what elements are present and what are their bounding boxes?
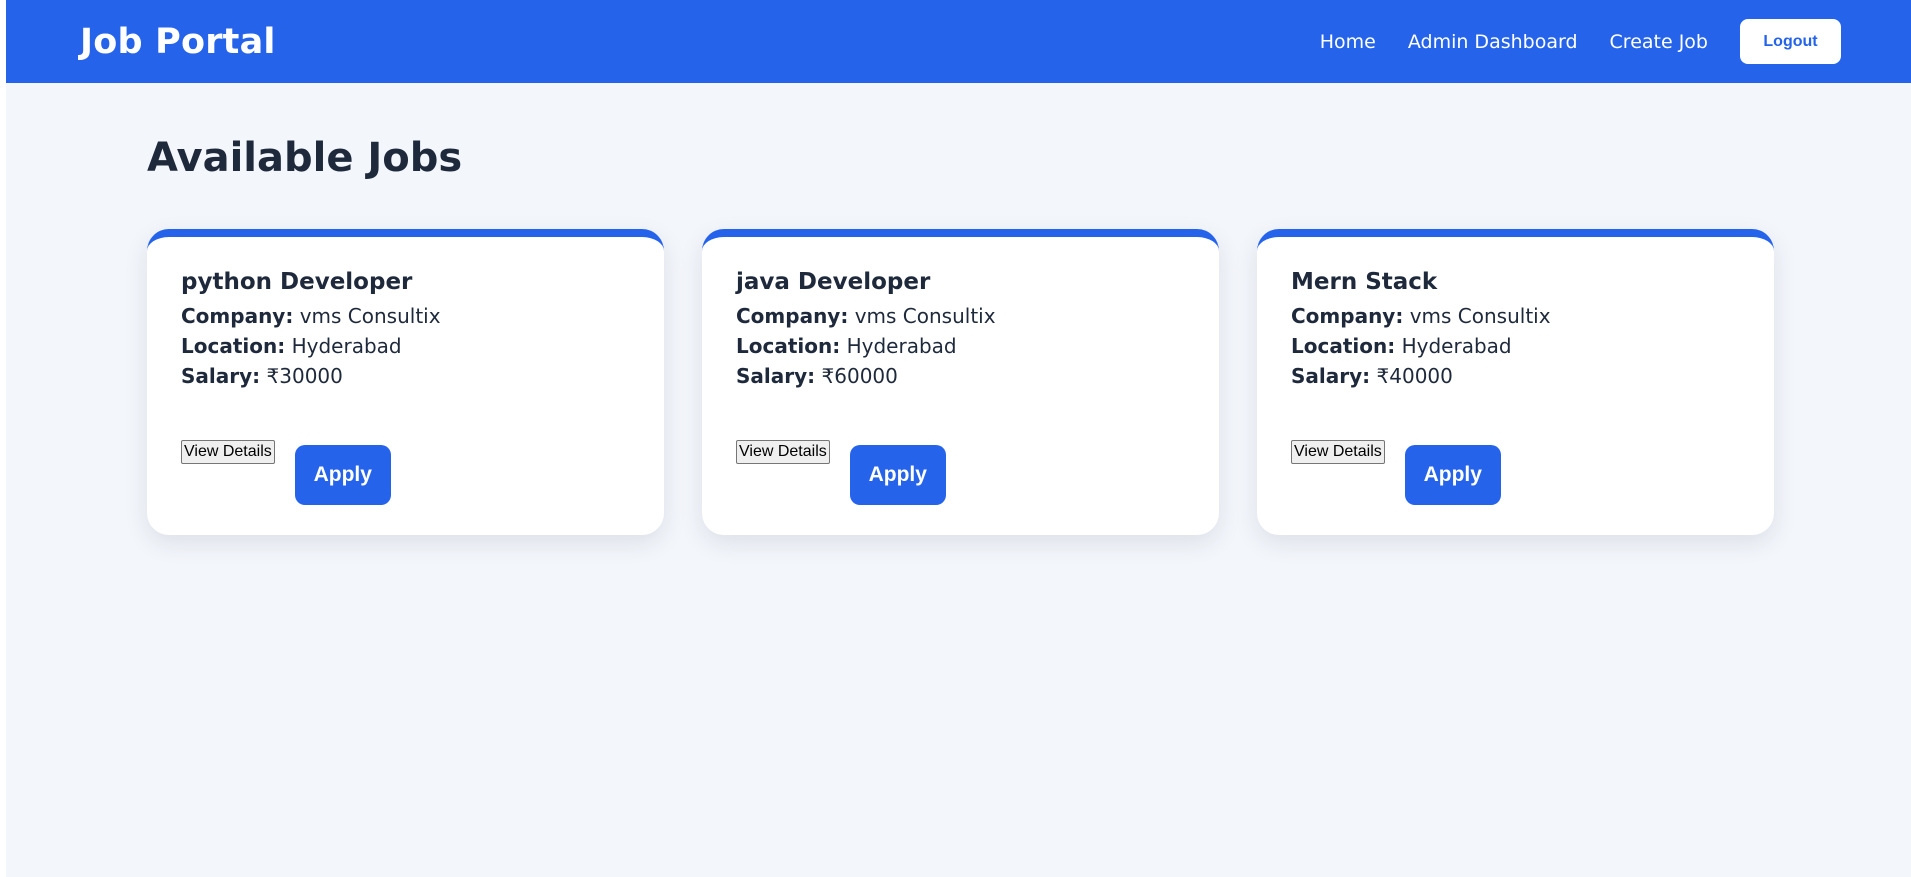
salary-field: Salary: ₹40000 <box>1291 361 1740 391</box>
location-label: Location: <box>736 334 841 358</box>
salary-field: Salary: ₹60000 <box>736 361 1185 391</box>
job-card: Mern Stack Company: vms Consultix Locati… <box>1257 229 1774 535</box>
location-value: Hyderabad <box>846 334 957 358</box>
brand-logo[interactable]: Job Portal <box>80 22 276 62</box>
apply-button[interactable]: Apply <box>1404 445 1501 505</box>
location-field: Location: Hyderabad <box>181 331 630 361</box>
company-field: Company: vms Consultix <box>736 301 1185 331</box>
card-actions: View Details Apply <box>181 440 391 505</box>
job-card: python Developer Company: vms Consultix … <box>147 229 664 535</box>
salary-label: Salary: <box>181 364 261 388</box>
salary-label: Salary: <box>736 364 816 388</box>
job-title: Mern Stack <box>1291 269 1438 295</box>
view-details-button[interactable]: View Details <box>1291 440 1385 464</box>
location-field: Location: Hyderabad <box>736 331 1185 361</box>
company-value: vms Consultix <box>1409 304 1551 328</box>
location-field: Location: Hyderabad <box>1291 331 1740 361</box>
job-title: python Developer <box>181 269 413 295</box>
card-actions: View Details Apply <box>1291 440 1501 505</box>
view-details-button[interactable]: View Details <box>181 440 275 464</box>
company-label: Company: <box>181 304 294 328</box>
job-card: java Developer Company: vms Consultix Lo… <box>702 229 1219 535</box>
location-label: Location: <box>181 334 286 358</box>
job-cards-grid: python Developer Company: vms Consultix … <box>147 229 1774 535</box>
nav-links: Home Admin Dashboard Create Job Logout <box>1288 19 1841 64</box>
salary-value: ₹40000 <box>1376 364 1453 388</box>
apply-button[interactable]: Apply <box>294 445 391 505</box>
company-value: vms Consultix <box>854 304 996 328</box>
salary-field: Salary: ₹30000 <box>181 361 630 391</box>
logout-button[interactable]: Logout <box>1740 19 1841 64</box>
company-label: Company: <box>736 304 849 328</box>
job-title: java Developer <box>736 269 931 295</box>
location-value: Hyderabad <box>1401 334 1512 358</box>
top-navbar: Job Portal Home Admin Dashboard Create J… <box>6 0 1911 83</box>
company-field: Company: vms Consultix <box>1291 301 1740 331</box>
salary-value: ₹60000 <box>821 364 898 388</box>
salary-label: Salary: <box>1291 364 1371 388</box>
company-value: vms Consultix <box>299 304 441 328</box>
view-details-button[interactable]: View Details <box>736 440 830 464</box>
company-field: Company: vms Consultix <box>181 301 630 331</box>
nav-admin-dashboard-link[interactable]: Admin Dashboard <box>1408 31 1578 53</box>
company-label: Company: <box>1291 304 1404 328</box>
nav-create-job-link[interactable]: Create Job <box>1610 31 1708 53</box>
location-label: Location: <box>1291 334 1396 358</box>
page-edge <box>0 0 6 877</box>
nav-home-link[interactable]: Home <box>1320 31 1376 53</box>
card-actions: View Details Apply <box>736 440 946 505</box>
apply-button[interactable]: Apply <box>849 445 946 505</box>
salary-value: ₹30000 <box>266 364 343 388</box>
location-value: Hyderabad <box>291 334 402 358</box>
page-title: Available Jobs <box>147 135 463 181</box>
